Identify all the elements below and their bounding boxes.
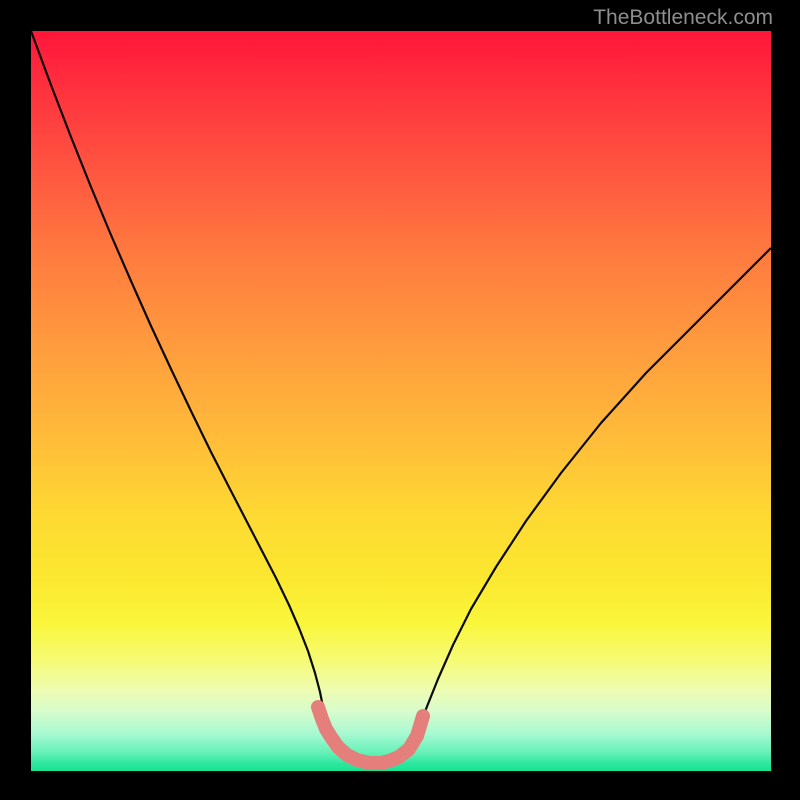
chart-svg-overlay bbox=[0, 0, 800, 800]
series-curve bbox=[31, 31, 771, 765]
stage: TheBottleneck.com bbox=[0, 0, 800, 800]
series-salmon-band bbox=[318, 707, 423, 763]
watermark-text: TheBottleneck.com bbox=[593, 6, 773, 30]
